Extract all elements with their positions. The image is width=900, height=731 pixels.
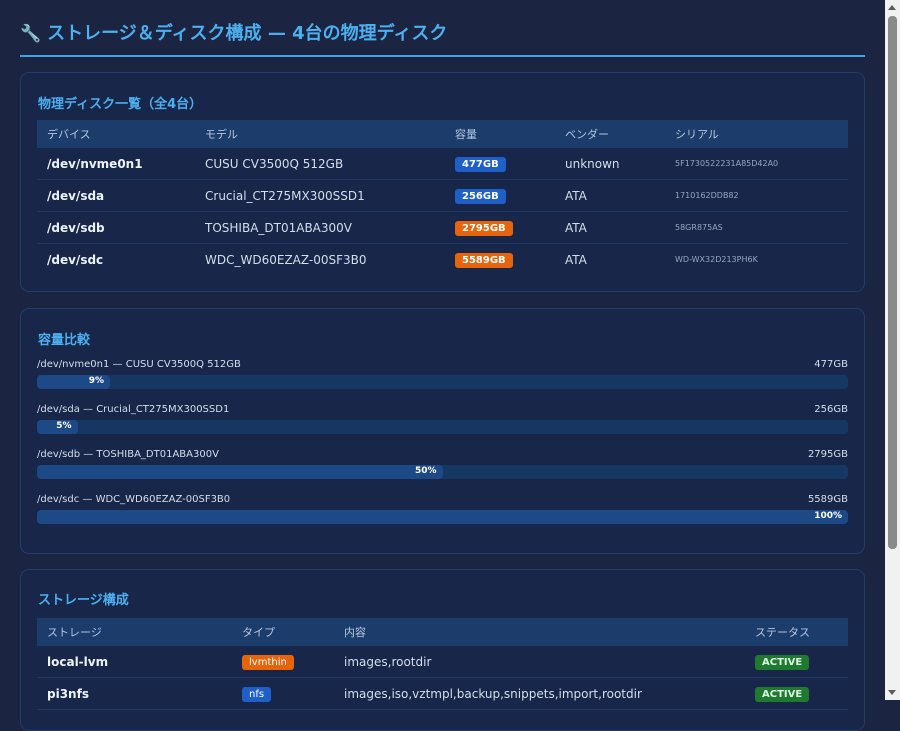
disk-device: /dev/sdc [47,252,104,267]
disk-size-cell: 5589GB [445,244,555,276]
storage-status-cell: ACTIVE [745,677,848,710]
disk-vendor: ATA [555,211,665,244]
col-model: モデル [195,120,445,148]
capacity-size: 2795GB [807,449,848,460]
table-row: local-lvm lvmthin images,rootdir ACTIVE [37,646,848,678]
size-badge: 2795GB [455,220,513,236]
scroll-up-icon[interactable] [888,5,896,10]
page-title-row: 🔧 ストレージ＆ディスク構成 — 4台の物理ディスク [20,20,865,48]
capacity-bar-track: 5% [37,420,848,434]
capacity-size: 5589GB [807,494,848,505]
storage-name: local-lvm [37,646,232,678]
col-serial: シリアル [665,120,848,148]
storage-table: ストレージ タイプ 内容 ステータス local-lvm lvmthin ima… [37,618,848,710]
page-title: ストレージ＆ディスク構成 — 4台の物理ディスク [47,23,448,44]
capacity-label: /dev/nvme0n1 — CUSU CV3500Q 512GB [37,359,241,370]
capacity-bar-fill: 9% [37,375,110,389]
type-badge: lvmthin [242,654,294,670]
capacity-label: /dev/sdc — WDC_WD60EZAZ-00SF3B0 [37,494,231,505]
storage-content: images,iso,vztmpl,backup,snippets,import… [334,677,745,710]
size-badge: 5589GB [455,252,513,268]
disk-serial: WD-WX32D213PH6K [675,255,758,264]
disk-serial: 58GR875AS [665,211,848,244]
storage-title: ストレージ構成 [38,593,129,608]
disk-serial: 5F1730522231A85D42A0 [665,148,848,180]
table-row: /dev/sdc WDC_WD60EZAZ-00SF3B0 5589GB ATA… [37,244,848,276]
capacity-bar-fill: 50% [37,465,443,479]
storage-name: pi3nfs [37,677,232,710]
capacity-percent: 50% [414,466,437,476]
disk-model: TOSHIBA_DT01ABA300V [195,211,445,244]
disk-table: デバイス モデル 容量 ベンダー シリアル /dev/nvme0n1 CUSU … [37,120,848,275]
scroll-thumb[interactable] [888,16,897,549]
capacity-bar-track: 9% [37,375,848,389]
col-vendor: ベンダー [555,120,665,148]
disk-device: /dev/sda [37,179,195,212]
storage-content: images,rootdir [334,646,745,678]
col-content: 内容 [334,618,745,646]
disk-device: /dev/nvme0n1 [37,148,195,180]
capacity-bar-fill: 100% [37,510,848,524]
table-row: /dev/sda Crucial_CT275MX300SSD1 256GB AT… [37,179,848,212]
capacity-bar-track: 100% [37,510,848,524]
table-row: /dev/sdb TOSHIBA_DT01ABA300V 2795GB ATA … [37,211,848,244]
capacity-title: 容量比較 [38,333,91,348]
disk-size-cell: 477GB [445,148,555,180]
col-storage: ストレージ [37,618,232,646]
disk-size-cell: 2795GB [445,211,555,244]
disk-size-cell: 256GB [445,179,555,212]
capacity-percent: 9% [88,376,104,386]
table-row: pi3nfs nfs images,iso,vztmpl,backup,snip… [37,677,848,710]
capacity-size: 477GB [814,359,848,370]
capacity-size: 256GB [814,404,848,415]
col-device: デバイス [37,120,195,148]
capacity-label: /dev/sdb — TOSHIBA_DT01ABA300V [37,449,219,460]
capacity-percent: 100% [814,511,842,521]
page-header: 🔧 ストレージ＆ディスク構成 — 4台の物理ディスク [20,0,865,57]
disk-list-card: 物理ディスク一覧（全4台） デバイス モデル 容量 ベンダー シリアル /dev… [20,72,865,292]
page: 🔧 ストレージ＆ディスク構成 — 4台の物理ディスク 物理ディスク一覧（全4台）… [20,0,865,731]
disk-model: Crucial_CT275MX300SSD1 [195,179,445,212]
disk-vendor: ATA [555,179,665,212]
disk-serial: 1710162DDB82 [665,179,848,212]
col-status: ステータス [745,618,848,646]
disk-vendor: unknown [555,148,665,180]
wrench-icon: 🔧 [20,24,42,44]
disk-vendor: ATA [565,252,587,267]
status-badge: ACTIVE [755,686,810,702]
size-badge: 256GB [455,188,506,204]
storage-type-cell: lvmthin [232,646,334,678]
disk-list-title: 物理ディスク一覧（全4台） [38,97,203,112]
disk-model: CUSU CV3500Q 512GB [195,148,445,180]
storage-status-cell: ACTIVE [745,646,848,678]
capacity-bar-fill: 5% [37,420,78,434]
storage-type-cell: nfs [232,677,334,710]
capacity-card: 容量比較 /dev/nvme0n1 — CUSU CV3500Q 512GB 4… [20,308,865,554]
storage-table-header: ストレージ タイプ 内容 ステータス [37,618,848,646]
type-badge: nfs [242,686,272,702]
status-badge: ACTIVE [755,654,810,670]
scroll-down-icon[interactable] [888,690,896,695]
capacity-bar-track: 50% [37,465,848,479]
disk-model: WDC_WD60EZAZ-00SF3B0 [205,252,367,267]
col-size: 容量 [445,120,555,148]
disk-table-header: デバイス モデル 容量 ベンダー シリアル [37,120,848,148]
table-row: /dev/nvme0n1 CUSU CV3500Q 512GB 477GB un… [37,148,848,180]
col-type: タイプ [232,618,334,646]
page-scrollbar[interactable] [885,0,900,700]
capacity-label: /dev/sda — Crucial_CT275MX300SSD1 [37,404,230,415]
storage-card: ストレージ構成 ストレージ タイプ 内容 ステータス local-lvm lvm… [20,569,865,731]
size-badge: 477GB [455,156,506,172]
disk-device: /dev/sdb [37,211,195,244]
capacity-percent: 5% [56,421,72,431]
